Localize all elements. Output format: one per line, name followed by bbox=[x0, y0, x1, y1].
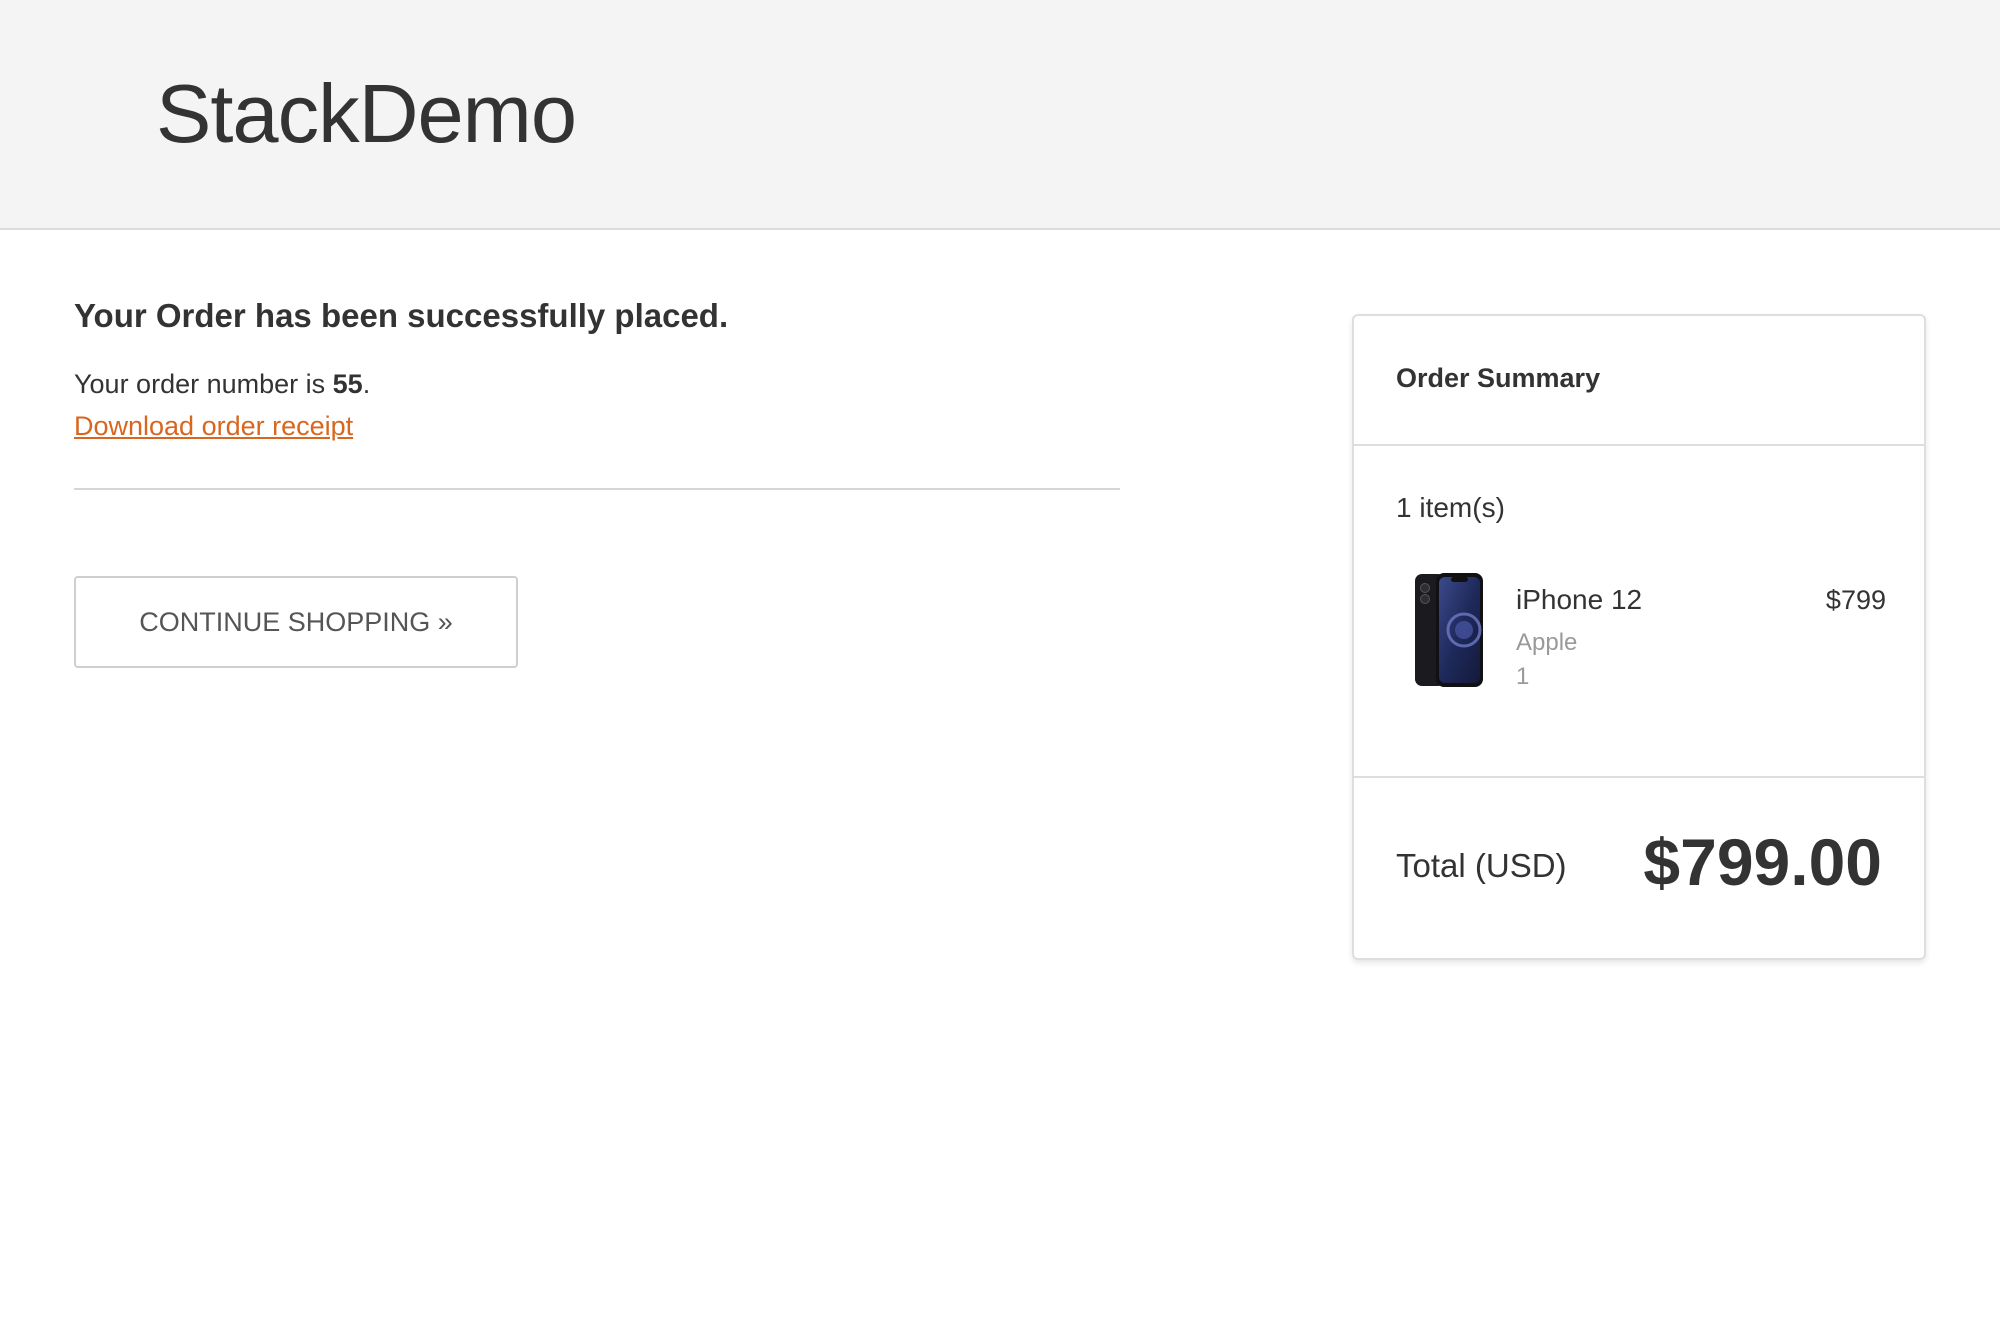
brand-logo[interactable]: StackDemo bbox=[156, 64, 577, 164]
section-divider bbox=[74, 488, 1120, 490]
order-confirmation: Your Order has been successfully placed.… bbox=[74, 296, 1120, 490]
product-quantity: 1 bbox=[1516, 663, 1530, 690]
summary-line-item: iPhone 12 Apple 1 $799 bbox=[1396, 572, 1886, 702]
total-value: $799.00 bbox=[1643, 825, 1882, 899]
product-name: iPhone 12 bbox=[1516, 584, 1643, 615]
order-number-prefix: Your order number is bbox=[74, 369, 333, 399]
items-count: 1 item(s) bbox=[1396, 492, 1505, 523]
order-number: 55 bbox=[332, 369, 363, 399]
order-summary-title: Order Summary bbox=[1396, 363, 1601, 393]
download-receipt-link[interactable]: Download order receipt bbox=[74, 408, 353, 444]
confirmation-title: Your Order has been successfully placed. bbox=[74, 297, 729, 334]
total-label: Total (USD) bbox=[1396, 847, 1567, 884]
site-header: StackDemo bbox=[0, 0, 2000, 230]
product-brand: Apple bbox=[1516, 629, 1578, 656]
order-number-suffix: . bbox=[362, 369, 371, 399]
iphone-12-product-image bbox=[1415, 573, 1483, 687]
order-total-row: Total (USD) $799.00 bbox=[1354, 776, 1924, 960]
order-summary-header: Order Summary bbox=[1354, 316, 1924, 446]
order-number-line: Your order number is 55. bbox=[74, 366, 370, 402]
product-price: $799 bbox=[1825, 585, 1886, 615]
order-summary-panel: Order Summary 1 item(s) iPhone 12 Apple … bbox=[1352, 314, 1926, 960]
continue-shopping-button[interactable]: CONTINUE SHOPPING » bbox=[74, 576, 518, 668]
